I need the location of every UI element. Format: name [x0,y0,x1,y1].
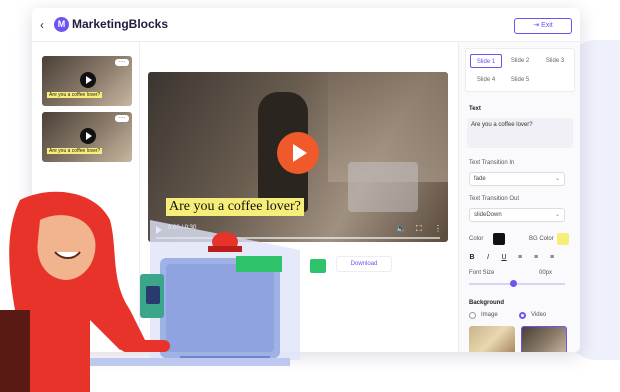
logo-icon: M [54,17,69,32]
slide-tab[interactable]: Slide 2 [504,54,536,68]
more-options-icon[interactable]: … [115,57,129,66]
text-section-title: Text [469,106,481,112]
transition-in-label: Text Transition In [469,160,515,166]
video-radio[interactable] [519,312,526,319]
text-color-swatch[interactable] [493,233,505,245]
font-size-label: Font Size [469,270,495,276]
align-center-icon[interactable]: ≡ [531,254,541,261]
underline-icon[interactable]: U [499,254,509,261]
save-button[interactable] [310,259,326,273]
more-options-icon[interactable]: … [115,113,129,122]
more-vertical-icon[interactable]: ⋮ [434,224,442,233]
fullscreen-icon[interactable]: ⛶ [416,224,422,234]
download-button[interactable]: Download [336,256,392,272]
background-section-title: Background [469,300,505,306]
exit-label: Exit [541,22,553,29]
transition-in-select[interactable]: fade ⌄ [469,172,565,186]
slide-selector: Slide 1 Slide 2 Slide 3 Slide 4 Slide 5 [465,48,575,92]
play-icon[interactable] [277,132,319,174]
slide-thumbnail[interactable]: … Are you a coffee lover? [42,56,132,106]
italic-icon[interactable]: I [483,254,493,261]
bg-color-swatch[interactable] [557,233,569,245]
properties-panel: Slide 1 Slide 2 Slide 3 Slide 4 Slide 5 … [458,42,580,352]
text-input[interactable]: Are you a coffee lover? [467,118,573,148]
font-size-value: 00px [539,270,553,276]
thumbnail-caption: Are you a coffee lover? [47,92,103,98]
slide-tab[interactable]: Slide 3 [539,54,571,68]
align-left-icon[interactable]: ≡ [515,254,525,261]
transition-in-value: fade [474,176,486,182]
image-radio[interactable] [469,312,476,319]
play-icon[interactable] [80,128,96,144]
image-option-label: Image [481,312,498,318]
brand-name: MarketingBlocks [72,17,169,31]
exit-button[interactable]: ⇥ Exit [514,18,572,34]
screenshot-stage: ‹ M MarketingBlocks ⇥ Exit … Are you a c… [0,0,620,392]
slide-tab[interactable]: Slide 1 [470,54,502,68]
font-size-slider[interactable] [469,283,565,285]
illustration-person-at-computer [0,191,300,392]
video-option-label: Video [531,312,547,318]
bold-icon[interactable]: B [467,254,477,261]
color-label: Color [469,236,484,242]
slide-tab[interactable]: Slide 5 [504,73,536,87]
volume-icon[interactable]: 🔈 [396,224,406,233]
chevron-down-icon: ⌄ [554,176,560,182]
bg-color-label: BG Color [529,236,554,242]
transition-out-select[interactable]: slideDown ⌄ [469,208,565,222]
transition-out-label: Text Transition Out [469,196,520,202]
play-icon[interactable] [80,72,96,88]
chevron-down-icon: ⌄ [554,212,560,218]
back-arrow-icon[interactable]: ‹ [40,18,44,32]
align-right-icon[interactable]: ≡ [547,254,557,261]
thumbnail-caption: Are you a coffee lover? [47,148,103,154]
video-coffee-machine [348,162,418,212]
background-image-option[interactable] [469,326,515,352]
transition-out-value: slideDown [474,212,502,218]
slide-tab[interactable]: Slide 4 [470,73,502,87]
font-size-slider-handle[interactable] [510,280,517,287]
exit-icon: ⇥ [533,22,542,29]
top-bar: ‹ M MarketingBlocks ⇥ Exit [32,8,580,42]
slide-thumbnail[interactable]: … Are you a coffee lover? [42,112,132,162]
background-video-option[interactable] [521,326,567,352]
